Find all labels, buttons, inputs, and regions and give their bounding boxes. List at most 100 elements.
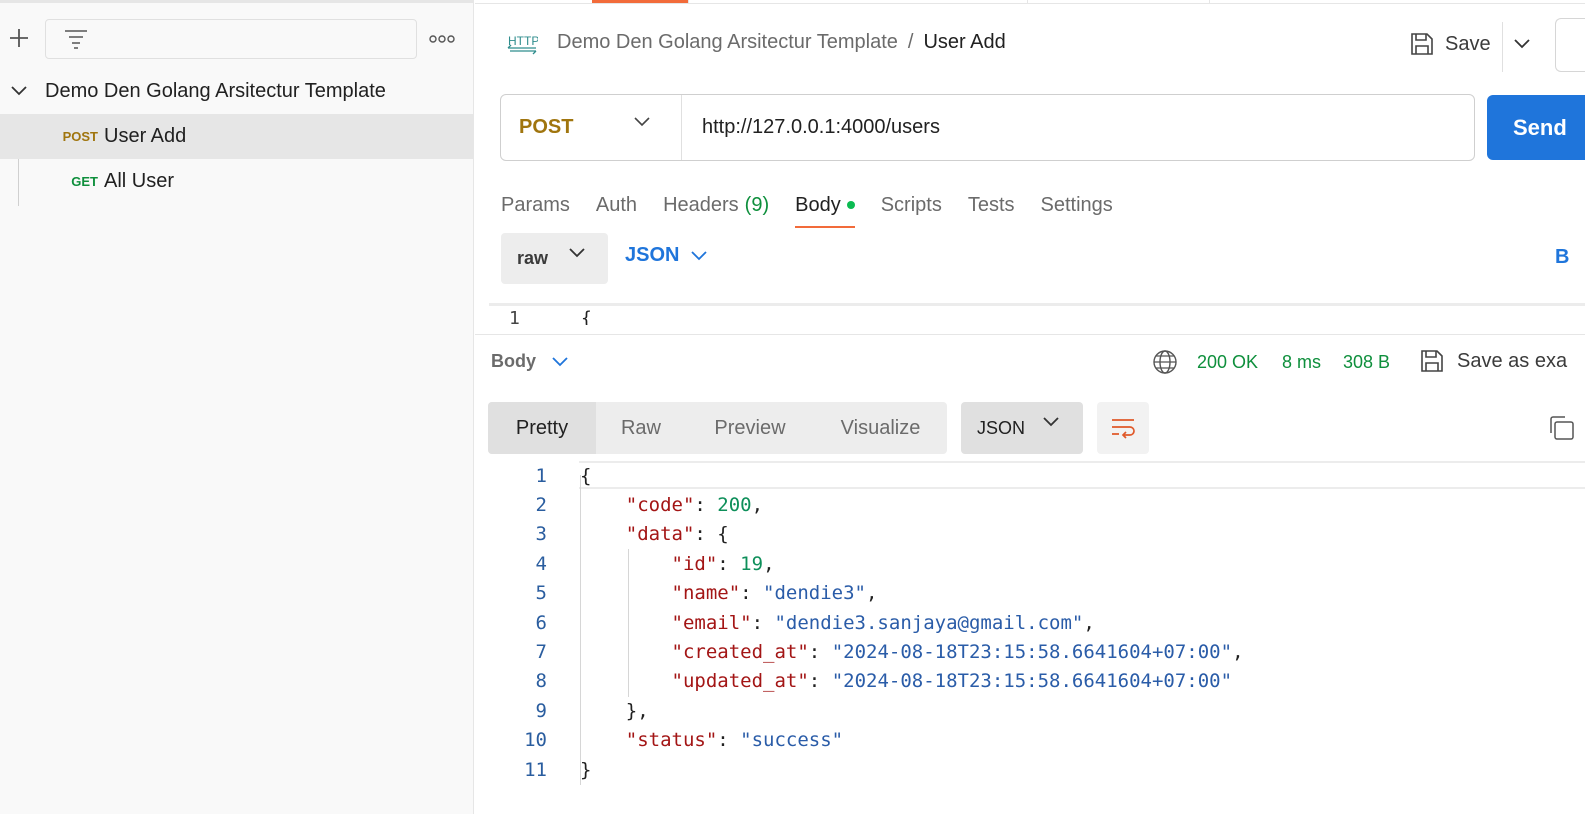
share-button[interactable] bbox=[1555, 18, 1585, 72]
sidebar: Demo Den Golang Arsitectur Template POST… bbox=[0, 0, 474, 814]
line-number: 7 bbox=[535, 640, 547, 663]
http-icon: HTTP bbox=[505, 28, 539, 58]
filter-input[interactable] bbox=[45, 19, 417, 59]
tab-label: Params bbox=[501, 193, 570, 216]
chevron-down-icon bbox=[634, 117, 650, 127]
tab-settings[interactable]: Settings bbox=[1041, 182, 1113, 228]
request-header: HTTP Demo Den Golang Arsitectur Template… bbox=[475, 4, 1585, 82]
tab-raw[interactable]: Raw bbox=[596, 402, 686, 454]
line-number: 5 bbox=[535, 582, 547, 605]
breadcrumb-request[interactable]: User Add bbox=[923, 31, 1005, 53]
tab-auth[interactable]: Auth bbox=[596, 182, 637, 228]
method-select[interactable]: POST bbox=[501, 95, 682, 160]
response-divider[interactable] bbox=[475, 334, 1585, 335]
save-icon bbox=[1411, 33, 1433, 55]
tab-label: Tests bbox=[967, 193, 1015, 216]
add-icon[interactable] bbox=[4, 23, 34, 53]
line-number: 3 bbox=[535, 523, 547, 546]
save-as-example-label: Save as exa bbox=[1457, 349, 1568, 372]
code-text: } bbox=[580, 758, 592, 781]
code-text: "id": 19, bbox=[671, 552, 775, 575]
code-line: 3 "data": { bbox=[475, 520, 1585, 549]
response-time[interactable]: 8 ms bbox=[1282, 352, 1321, 373]
status-code[interactable]: 200 OK bbox=[1197, 352, 1258, 373]
sidebar-toolbar bbox=[0, 0, 474, 70]
code-text: "status": "success" bbox=[625, 729, 844, 752]
method-value: POST bbox=[519, 116, 574, 138]
line-number: 2 bbox=[535, 493, 547, 516]
tab-params[interactable]: Params bbox=[501, 182, 570, 228]
editor-text: { bbox=[581, 308, 592, 325]
save-as-example-button[interactable]: Save as exa bbox=[1419, 348, 1567, 374]
more-options-icon[interactable] bbox=[426, 25, 458, 53]
response-section-select[interactable]: Body bbox=[491, 351, 568, 372]
tab-pretty[interactable]: Pretty bbox=[488, 402, 596, 454]
svg-text:HTTP: HTTP bbox=[508, 34, 538, 48]
globe-icon[interactable] bbox=[1151, 348, 1179, 376]
tab-tests[interactable]: Tests bbox=[968, 182, 1015, 228]
response-code-view[interactable]: 1{2 "code": 200, 3 "data": {4 "id": 19, 5 … bbox=[475, 461, 1585, 791]
breadcrumb-collection[interactable]: Demo Den Golang Arsitectur Template bbox=[557, 31, 898, 53]
body-language-select[interactable]: JSON bbox=[625, 244, 708, 267]
method-badge: GET bbox=[71, 174, 98, 189]
response-section-label: Body bbox=[491, 351, 536, 371]
tab-label: Body bbox=[795, 193, 841, 216]
body-indicator-dot bbox=[846, 201, 855, 209]
tree-guide-line bbox=[18, 159, 19, 206]
tab-scripts[interactable]: Scripts bbox=[881, 182, 942, 228]
tab-label: Settings bbox=[1040, 193, 1113, 216]
sidebar-item-all-user[interactable]: GET All User bbox=[0, 159, 473, 204]
code-line: 8 "updated_at": "2024-08-18T23:15:58.664… bbox=[475, 667, 1585, 696]
headers-count: (9) bbox=[744, 193, 770, 216]
breadcrumb-separator: / bbox=[907, 31, 914, 53]
code-line: 5 "name": "dendie3", bbox=[475, 579, 1585, 608]
tab-body[interactable]: Body bbox=[795, 182, 855, 228]
main-panel: HTTP Demo Den Golang Arsitectur Template… bbox=[475, 0, 1585, 814]
code-text: "created_at": "2024-08-18T23:15:58.66416… bbox=[671, 640, 1244, 663]
chevron-down-icon[interactable] bbox=[0, 70, 38, 112]
url-input[interactable] bbox=[702, 116, 1442, 139]
send-button[interactable]: Send bbox=[1487, 95, 1585, 160]
code-line: 11} bbox=[475, 755, 1585, 784]
chevron-down-icon bbox=[569, 248, 585, 258]
line-number: 10 bbox=[524, 729, 547, 752]
tab-label: Headers bbox=[663, 193, 739, 216]
collection-row[interactable]: Demo Den Golang Arsitectur Template bbox=[0, 70, 473, 112]
tab-label: Auth bbox=[595, 193, 638, 216]
body-mode-select[interactable]: raw bbox=[501, 233, 608, 284]
copy-icon[interactable] bbox=[1541, 410, 1581, 446]
save-button[interactable]: Save bbox=[1409, 26, 1491, 62]
wrap-lines-icon[interactable] bbox=[1097, 402, 1149, 454]
tab-visualize[interactable]: Visualize bbox=[814, 402, 947, 454]
line-number: 1 bbox=[535, 464, 547, 487]
line-number: 11 bbox=[524, 758, 547, 781]
tab-preview[interactable]: Preview bbox=[686, 402, 814, 454]
line-number: 9 bbox=[535, 699, 547, 722]
code-text: "data": { bbox=[625, 523, 729, 546]
code-text: "code": 200, bbox=[625, 493, 764, 516]
code-line: 1{ bbox=[475, 461, 1585, 490]
chevron-down-icon bbox=[552, 356, 568, 366]
request-tabs: Params Auth Headers (9) Body Scripts Test… bbox=[501, 182, 1139, 228]
sidebar-item-label: All User bbox=[104, 170, 175, 192]
chevron-down-icon bbox=[691, 250, 708, 260]
code-line: 2 "code": 200, bbox=[475, 490, 1585, 519]
filter-icon[interactable] bbox=[62, 25, 90, 53]
request-body-editor[interactable]: 1 { bbox=[489, 303, 1585, 325]
chevron-down-icon[interactable] bbox=[1508, 30, 1536, 58]
url-bar: POST bbox=[500, 94, 1475, 161]
line-number: 4 bbox=[535, 552, 547, 575]
response-format-select[interactable]: JSON bbox=[961, 402, 1083, 454]
code-line: 4 "id": 19, bbox=[475, 549, 1585, 578]
code-text: "updated_at": "2024-08-18T23:15:58.66416… bbox=[671, 670, 1233, 693]
beautify-link[interactable]: B bbox=[1555, 246, 1569, 269]
response-format-value: JSON bbox=[977, 417, 1026, 438]
breadcrumb: Demo Den Golang Arsitectur Template / User… bbox=[557, 31, 1006, 54]
tab-headers[interactable]: Headers (9) bbox=[663, 182, 769, 228]
response-size[interactable]: 308 B bbox=[1343, 352, 1390, 373]
code-line: 6 "email": "dendie3.sanjaya@gmail.com", bbox=[475, 608, 1585, 637]
sidebar-item-user-add[interactable]: POST User Add bbox=[0, 114, 473, 159]
code-text: "name": "dendie3", bbox=[671, 582, 878, 605]
code-line: 10 "status": "success" bbox=[475, 726, 1585, 755]
response-view-tabs: Pretty Raw Preview Visualize bbox=[488, 402, 947, 454]
